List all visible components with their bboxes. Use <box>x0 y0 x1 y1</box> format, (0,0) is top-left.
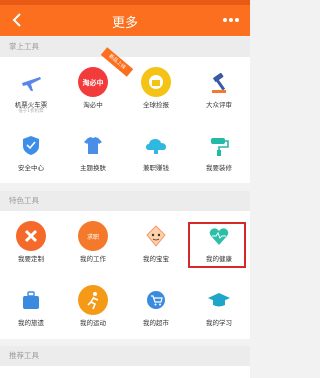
tool-my-work[interactable]: 求职 我的工作 <box>62 211 124 273</box>
suitcase-icon <box>16 285 46 315</box>
section-header-feature-tools: 特色工具 <box>0 191 250 211</box>
tool-renovation[interactable]: 我要装修 <box>188 120 250 182</box>
top-nav-bar: 更多 <box>0 5 250 36</box>
tool-label: 我的运动 <box>80 319 106 327</box>
work-badge-icon: 求职 <box>78 221 108 251</box>
tool-label: 兼职赚钱 <box>143 164 169 172</box>
custom-cross-icon <box>16 221 46 251</box>
tool-my-supermarket[interactable]: 我的超市 <box>125 275 187 337</box>
tool-label: 我要装修 <box>206 164 232 172</box>
tool-label: 我要定制 <box>18 255 44 263</box>
globe-gift-icon <box>141 67 171 97</box>
section-header-recommended-tools: 推荐工具 <box>0 346 250 366</box>
page-title: 更多 <box>111 16 138 31</box>
tool-customize[interactable]: 我要定制 <box>0 211 62 273</box>
tool-my-study[interactable]: 我的学习 <box>188 275 250 337</box>
tool-label: 我的工作 <box>80 255 106 263</box>
tool-label: 安全中心 <box>18 164 44 172</box>
tool-flight-train[interactable]: 机票火车票 低于1折机票 <box>0 57 62 119</box>
tool-public-review[interactable]: 大众评审 <box>188 57 250 119</box>
recommended-tools-grid <box>0 366 250 378</box>
tool-my-travel[interactable]: 我的旅遗 <box>0 275 62 337</box>
runner-icon <box>78 285 108 315</box>
tool-label: 淘必中 <box>83 101 103 109</box>
tool-my-sport[interactable]: 我的运动 <box>62 275 124 337</box>
roller-icon <box>204 130 234 160</box>
svg-text:淘必中: 淘必中 <box>83 78 104 87</box>
tool-label: 全球捡报 <box>143 101 169 109</box>
more-dots-icon <box>223 18 239 22</box>
tool-label: 我的学习 <box>206 319 232 327</box>
gavel-icon <box>204 67 234 97</box>
more-button[interactable] <box>218 7 244 33</box>
plane-icon <box>16 67 46 97</box>
tool-label: 主题换肤 <box>80 164 106 172</box>
tool-my-baby[interactable]: 我的宝宝 <box>125 211 187 273</box>
section-header-online-tools: 掌上工具 <box>0 37 250 57</box>
baby-face-icon <box>141 221 171 251</box>
shirt-icon <box>78 130 108 160</box>
tool-global-bargain[interactable]: 全球捡报 <box>125 57 187 119</box>
taobizhong-icon: 淘必中 <box>78 67 108 97</box>
cloud-coin-icon <box>141 130 171 160</box>
highlight-box <box>188 222 246 268</box>
svg-text:求职: 求职 <box>87 233 99 241</box>
tool-theme-skin[interactable]: 主题换肤 <box>62 120 124 182</box>
tool-security-center[interactable]: 安全中心 <box>0 120 62 182</box>
shopping-cart-icon <box>141 285 171 315</box>
tool-label: 我的旅遗 <box>18 319 44 327</box>
shield-icon <box>16 130 46 160</box>
tool-label: 大众评审 <box>206 101 232 109</box>
tool-label: 我的超市 <box>143 319 169 327</box>
tool-part-time[interactable]: 兼职赚钱 <box>125 120 187 182</box>
tool-sublabel: 低于1折机票 <box>18 109 44 114</box>
graduation-cap-icon <box>204 285 234 315</box>
tool-label: 我的宝宝 <box>143 255 169 263</box>
